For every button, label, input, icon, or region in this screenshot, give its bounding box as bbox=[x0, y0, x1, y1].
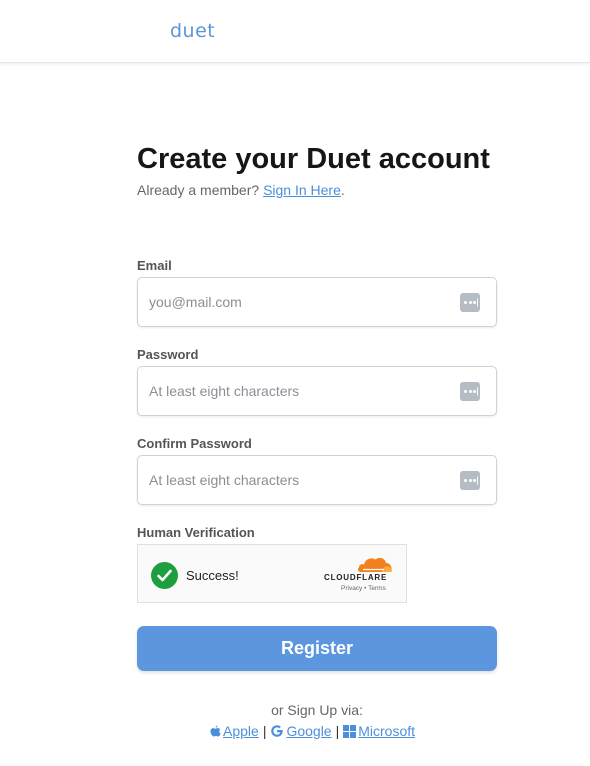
alt-signup-links: Apple | Google | Microsoft bbox=[210, 723, 415, 739]
confirm-password-label: Confirm Password bbox=[137, 436, 252, 451]
cloudflare-cloud-icon bbox=[357, 557, 392, 572]
alt-signup-title: or Sign Up via: bbox=[271, 702, 363, 718]
microsoft-signup-link[interactable]: Microsoft bbox=[343, 723, 415, 739]
google-icon bbox=[271, 725, 284, 737]
confirm-password-field-container bbox=[137, 455, 497, 505]
privacy-link[interactable]: Privacy bbox=[341, 585, 362, 592]
sign-in-link[interactable]: Sign In Here bbox=[263, 182, 341, 198]
page-title: Create your Duet account bbox=[137, 143, 490, 175]
member-prompt-suffix: . bbox=[340, 182, 345, 198]
separator: | bbox=[335, 723, 340, 739]
cloudflare-turnstile-widget[interactable]: Success! CLOUDFLARE Privacy • Terms bbox=[137, 544, 407, 603]
apple-label: Apple bbox=[223, 723, 259, 739]
password-field-container bbox=[137, 366, 497, 416]
human-verification-label: Human Verification bbox=[137, 525, 255, 540]
google-label: Google bbox=[286, 723, 332, 739]
microsoft-label: Microsoft bbox=[358, 723, 416, 739]
cloudflare-logo-text: CLOUDFLARE bbox=[324, 573, 388, 582]
check-icon bbox=[151, 562, 178, 589]
member-prompt-text: Already a member? bbox=[137, 182, 260, 198]
password-manager-icon[interactable] bbox=[460, 382, 480, 401]
password-field[interactable] bbox=[138, 367, 448, 415]
links-separator: • bbox=[364, 585, 367, 592]
password-manager-icon[interactable] bbox=[460, 471, 480, 490]
top-bar: duet bbox=[0, 0, 590, 63]
register-button[interactable]: Register bbox=[137, 626, 497, 671]
separator: | bbox=[262, 723, 267, 739]
email-label: Email bbox=[137, 258, 172, 273]
confirm-password-field[interactable] bbox=[138, 456, 448, 504]
member-prompt: Already a member? Sign In Here. bbox=[137, 182, 345, 198]
microsoft-icon bbox=[343, 724, 357, 738]
apple-signup-link[interactable]: Apple bbox=[210, 723, 259, 739]
terms-link[interactable]: Terms bbox=[368, 585, 386, 592]
email-field[interactable] bbox=[138, 278, 448, 326]
email-field-container bbox=[137, 277, 497, 327]
cloudflare-links: Privacy • Terms bbox=[341, 585, 386, 592]
password-manager-icon[interactable] bbox=[460, 293, 480, 312]
apple-icon bbox=[210, 725, 221, 737]
google-signup-link[interactable]: Google bbox=[270, 723, 332, 739]
password-label: Password bbox=[137, 347, 199, 362]
verification-status: Success! bbox=[186, 568, 239, 583]
duet-logo[interactable]: duet bbox=[170, 20, 215, 42]
